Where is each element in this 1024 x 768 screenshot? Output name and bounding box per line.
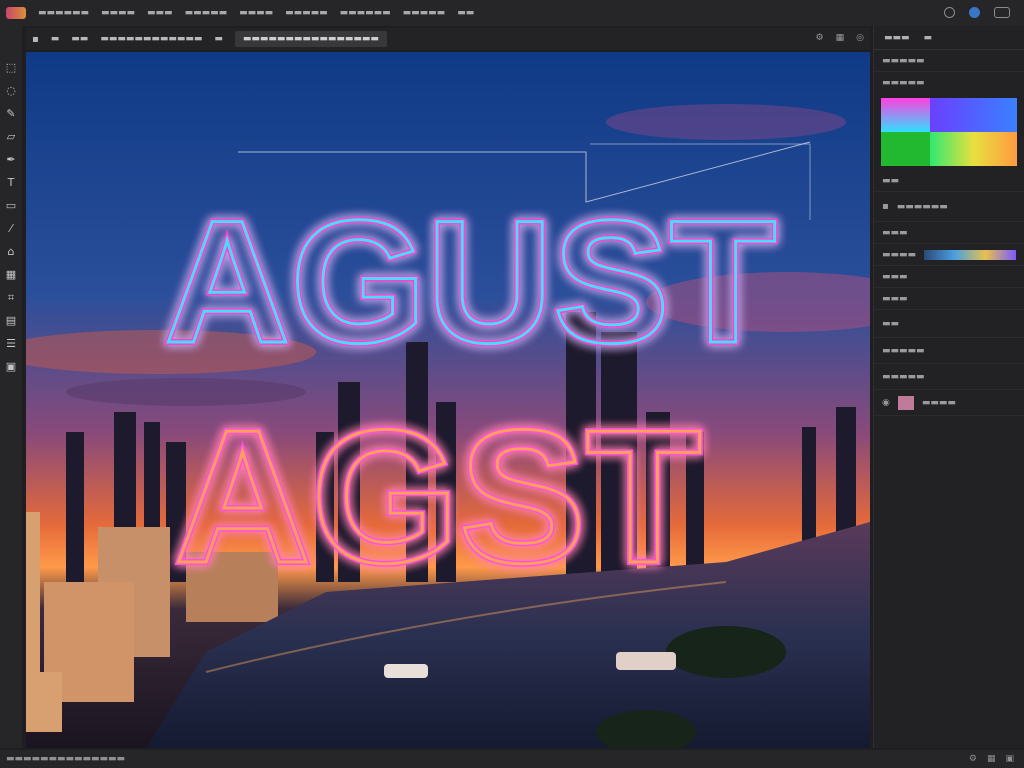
options-right-icons: ⚙ ▦ ◎	[816, 33, 864, 43]
swatch-cell[interactable]	[930, 132, 1017, 166]
fullscreen-icon[interactable]: ▣	[1005, 754, 1014, 764]
menu-item-type[interactable]: ▬▬▬▬	[239, 8, 273, 18]
menu-item-file[interactable]: ▬▬▬▬▬▬	[38, 8, 89, 18]
panel-row[interactable]: ▬▬▬▬▬	[874, 50, 1024, 72]
more-icon[interactable]: ◎	[856, 33, 864, 43]
options-bar: ▪ ▬ ▬▬ ▬▬▬▬▬▬▬▬▬▬▬▬ ▬ ▬▬▬▬▬▬▬▬▬▬▬▬▬▬▬▬ ⚙…	[26, 28, 870, 50]
zoom-icon[interactable]: ▤	[4, 313, 18, 329]
status-bar: ▬▬▬▬▬▬▬▬▬▬▬▬▬▬ ⚙ ▦ ▣	[0, 750, 1024, 768]
gradient-icon[interactable]: ▦	[4, 267, 18, 283]
layer-row[interactable]: ◉ ▬▬▬▬	[874, 390, 1024, 416]
visibility-icon[interactable]: ◉	[882, 398, 890, 408]
text-icon[interactable]: T	[4, 175, 18, 191]
swatch-cell[interactable]	[881, 98, 931, 132]
layer-thumbnail	[897, 395, 914, 410]
panel-row-label: ▬▬▬▬	[882, 249, 917, 260]
swatch-cell[interactable]	[930, 98, 1017, 132]
swatch-cell[interactable]	[881, 132, 931, 166]
panel-row-label: ▬▬▬	[882, 293, 908, 304]
crop-icon[interactable]: ⌗	[4, 290, 18, 306]
tab-properties[interactable]: ▬▬▬	[884, 33, 910, 43]
panel-row[interactable]: ▬▬	[874, 170, 1024, 192]
panel-row[interactable]: ▬▬▬	[874, 266, 1024, 288]
grid-icon[interactable]: ▦	[836, 33, 845, 43]
marquee-icon[interactable]: ⬚	[4, 60, 18, 76]
panel-row-label: ▬▬▬	[882, 227, 908, 238]
brush-icon[interactable]: ✎	[4, 106, 18, 122]
menu-item-layer[interactable]: ▬▬▬▬▬	[185, 8, 228, 18]
lasso-icon[interactable]: ◌	[4, 83, 18, 99]
panel-row[interactable]: ▬▬	[874, 310, 1024, 338]
option-item[interactable]: ▬	[214, 34, 223, 44]
panel-row-label: ▬▬	[882, 175, 900, 186]
panel-tabs: ▬▬▬ ▬	[874, 26, 1024, 50]
tab-adjustments[interactable]: ▬	[924, 33, 933, 43]
canvas-artwork: AGUST AGUST AGST AGST	[26, 52, 870, 748]
panel-row-label: ▬▬▬▬	[921, 397, 956, 408]
menu-item-image[interactable]: ▬▬▬	[147, 8, 173, 18]
status-icons: ⚙ ▦ ▣	[969, 754, 1014, 764]
hand-icon[interactable]: ▣	[4, 359, 18, 375]
option-item[interactable]: ▬▬▬▬▬▬▬▬▬▬▬▬	[100, 34, 202, 44]
brush-preset-icon: ▪	[882, 201, 889, 212]
panel-row-label: ▬▬▬▬▬▬	[896, 201, 948, 212]
neon-line-1-cyan: AGUST	[164, 185, 777, 380]
properties-panel: ▬▬▬ ▬ ▬▬▬▬▬ ▬▬▬▬▬ ▬▬ ▪ ▬▬▬▬▬▬ ▬▬▬ ▬▬▬▬ ▬▬…	[873, 26, 1024, 748]
gradient-bar[interactable]	[924, 249, 1016, 260]
panel-row-label: ▬▬▬	[882, 271, 908, 282]
panel-row[interactable]: ▬▬▬▬▬	[874, 338, 1024, 364]
app-logo	[6, 7, 26, 19]
panel-row[interactable]: ▬▬▬▬▬	[874, 364, 1024, 390]
panel-row[interactable]: ▬▬▬▬▬	[874, 72, 1024, 94]
globe-icon[interactable]	[969, 7, 980, 18]
panel-row-label: ▬▬▬▬▬	[882, 55, 925, 66]
panel-row-label: ▬▬▬▬▬	[882, 78, 925, 88]
panel-row-label: ▬▬▬▬▬	[882, 371, 925, 382]
gradient-row[interactable]: ▬▬▬▬	[874, 244, 1024, 266]
eyedropper-icon[interactable]: ⁄	[4, 221, 18, 237]
menu-item-edit[interactable]: ▬▬▬▬	[101, 8, 135, 18]
options-icon[interactable]: ▪	[32, 34, 39, 45]
menu-item-window[interactable]: ▬▬	[457, 8, 474, 18]
clone-icon[interactable]: ⌂	[4, 244, 18, 260]
neon-line-2-orange: AGST	[174, 391, 702, 603]
panel-row[interactable]: ▬▬▬	[874, 222, 1024, 244]
settings-icon[interactable]: ⚙	[816, 33, 824, 43]
status-text: ▬▬▬▬▬▬▬▬▬▬▬▬▬▬	[6, 754, 126, 764]
tools-bar: ⬚ ◌ ✎ ▱ ✒ T ▭ ⁄ ⌂ ▦ ⌗ ▤ ☰ ▣	[0, 26, 22, 748]
share-icon[interactable]	[994, 7, 1010, 18]
panel-row-label: ▬▬▬▬▬	[882, 345, 925, 356]
settings-icon[interactable]: ⚙	[969, 754, 977, 764]
menu-item-filter[interactable]: ▬▬▬▬▬▬	[340, 8, 391, 18]
panel-row[interactable]: ▬▬▬	[874, 288, 1024, 310]
menubar-right-icons	[944, 7, 1010, 18]
menu-bar: ▬▬▬▬▬▬ ▬▬▬▬ ▬▬▬ ▬▬▬▬▬ ▬▬▬▬ ▬▬▬▬▬ ▬▬▬▬▬▬ …	[0, 0, 1024, 26]
shape-icon[interactable]: ▭	[4, 198, 18, 214]
eraser-icon[interactable]: ▱	[4, 129, 18, 145]
layers-icon[interactable]: ☰	[4, 336, 18, 352]
panel-row-label: ▬▬	[882, 318, 900, 329]
search-icon[interactable]	[944, 7, 955, 18]
menu-item-select[interactable]: ▬▬▬▬▬	[285, 8, 328, 18]
document-tab[interactable]: ▬▬▬▬▬▬▬▬▬▬▬▬▬▬▬▬	[234, 31, 387, 47]
grid-icon[interactable]: ▦	[987, 754, 996, 764]
canvas[interactable]: AGUST AGUST AGST AGST	[26, 52, 870, 748]
color-swatch-panel[interactable]	[881, 98, 1017, 166]
pen-icon[interactable]: ✒	[4, 152, 18, 168]
menu-item-view[interactable]: ▬▬▬▬▬	[403, 8, 446, 18]
option-item[interactable]: ▬▬	[71, 34, 88, 44]
panel-row[interactable]: ▪ ▬▬▬▬▬▬	[874, 192, 1024, 222]
option-item[interactable]: ▬	[51, 34, 60, 44]
